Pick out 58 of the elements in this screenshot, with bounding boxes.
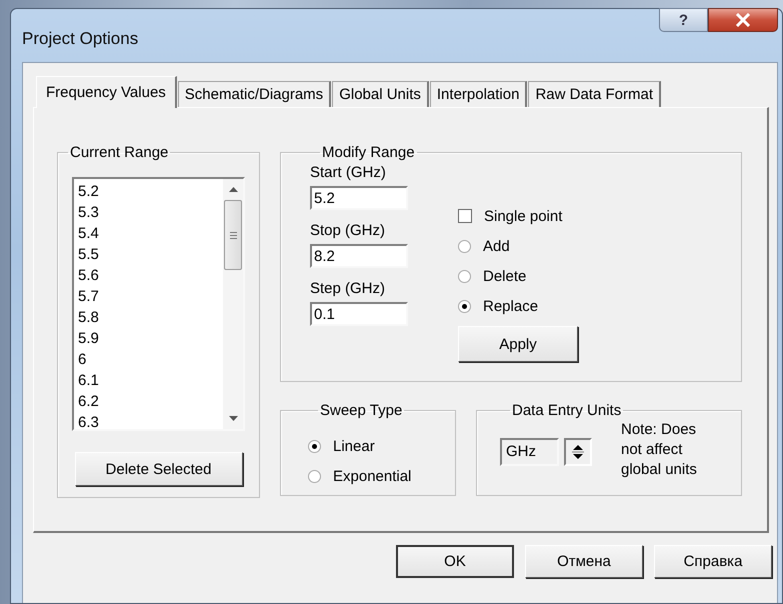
- grip-icon: [230, 232, 236, 238]
- list-item[interactable]: 5.2: [78, 181, 223, 202]
- scroll-thumb[interactable]: [224, 200, 242, 270]
- note-text: Note: Does not affect global units: [621, 420, 698, 480]
- list-item[interactable]: 5.6: [78, 265, 223, 286]
- group-label: Sweep Type: [320, 402, 402, 419]
- list-item[interactable]: 5.7: [78, 286, 223, 307]
- list-item[interactable]: 5.5: [78, 244, 223, 265]
- radio-button[interactable]: [308, 470, 321, 482]
- range-list[interactable]: 5.2 5.3 5.4 5.5 5.6 5.7 5.8 5.9 6 6.1 6.2 6.3: [72, 177, 245, 431]
- input-field[interactable]: 8.2: [310, 244, 408, 268]
- delete-selected-button[interactable]: Delete Selected: [74, 452, 242, 486]
- field-label: Step (GHz): [310, 280, 386, 299]
- list-item[interactable]: 5.8: [78, 307, 223, 328]
- input-field[interactable]: 0.1: [310, 302, 408, 326]
- field-label: Stop (GHz): [310, 222, 386, 241]
- unit-field[interactable]: GHz: [500, 438, 559, 466]
- close-icon: [735, 13, 751, 27]
- apply-button[interactable]: Apply: [458, 326, 578, 362]
- list-item[interactable]: 5.3: [78, 202, 223, 223]
- close-button[interactable]: [708, 8, 778, 32]
- radio-label: Replace: [483, 298, 538, 314]
- radio-button[interactable]: [458, 240, 471, 252]
- spin-button[interactable]: [564, 438, 592, 466]
- list-item[interactable]: 6.2: [78, 391, 223, 412]
- group-label: Data Entry Units: [512, 402, 622, 419]
- tab[interactable]: Raw Data Format: [528, 81, 661, 107]
- list-item[interactable]: 6.1: [78, 370, 223, 391]
- checkbox[interactable]: [458, 209, 472, 223]
- group-label: Current Range: [70, 144, 168, 161]
- dialog-button[interactable]: OK: [396, 545, 514, 578]
- window-title: Project Options: [22, 29, 140, 49]
- radio-label: Add: [483, 238, 510, 254]
- help-button[interactable]: ?: [659, 8, 708, 32]
- scroll-down-icon[interactable]: [228, 416, 238, 421]
- tab[interactable]: Schematic/Diagrams: [178, 81, 332, 107]
- radio-button[interactable]: [458, 300, 471, 312]
- radio-label: Delete: [483, 268, 526, 284]
- up-down-icon: [572, 444, 584, 460]
- input-field[interactable]: 5.2: [310, 186, 408, 210]
- radio-label: Exponential: [333, 468, 412, 484]
- tab[interactable]: Interpolation: [430, 81, 528, 107]
- field-label: Start (GHz): [310, 164, 387, 183]
- list-item[interactable]: 6.3: [78, 412, 223, 433]
- list-item[interactable]: 6: [78, 349, 223, 370]
- list-item[interactable]: 5.9: [78, 328, 223, 349]
- dialog-button[interactable]: Отмена: [525, 545, 643, 578]
- checkbox-label: Single point: [484, 208, 562, 224]
- dialog-button[interactable]: Справка: [654, 545, 772, 578]
- scrollbar[interactable]: [223, 179, 243, 429]
- scroll-up-icon[interactable]: [228, 187, 238, 192]
- radio-label: Linear: [333, 438, 375, 454]
- tab[interactable]: Global Units: [332, 81, 429, 107]
- group-label: Modify Range: [322, 144, 415, 161]
- radio-button[interactable]: [458, 270, 471, 282]
- tab[interactable]: Frequency Values: [36, 76, 177, 108]
- radio-button[interactable]: [308, 440, 321, 452]
- list-item[interactable]: 5.4: [78, 223, 223, 244]
